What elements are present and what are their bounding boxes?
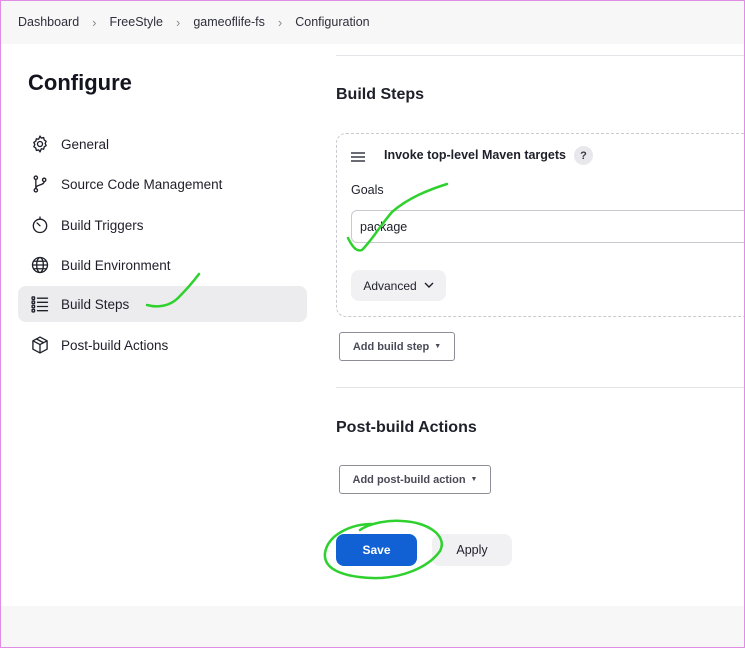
add-build-step-label: Add build step <box>352 340 430 353</box>
breadcrumb-job[interactable]: gameoflife-fs <box>193 15 265 29</box>
sidebar-item-label: Build Triggers <box>61 217 144 233</box>
sidebar-item-general[interactable]: General <box>18 126 307 162</box>
breadcrumb: Dashboard › FreeStyle › gameoflife-fs › … <box>0 0 745 44</box>
advanced-button[interactable]: Advanced <box>351 270 446 301</box>
breadcrumb-dashboard[interactable]: Dashboard <box>18 15 79 29</box>
add-post-build-action-label: Add post-build action <box>352 473 466 486</box>
sidebar-item-label: Build Steps <box>61 296 130 312</box>
sidebar-item-label: General <box>61 136 110 152</box>
build-step-title: Invoke top-level Maven targets <box>384 148 567 162</box>
apply-button[interactable]: Apply <box>432 534 512 566</box>
sidebar-item-label: Build Environment <box>61 257 171 273</box>
caret-down-icon: ▼ <box>434 343 442 350</box>
sidebar-item-build-environment[interactable]: Build Environment <box>18 247 307 283</box>
globe-icon <box>30 255 50 275</box>
build-steps-heading: Build Steps <box>336 86 425 103</box>
gear-icon <box>30 134 50 154</box>
goals-label: Goals <box>351 183 384 197</box>
chevron-right-icon: › <box>176 14 181 30</box>
section-divider <box>336 387 745 388</box>
post-build-actions-heading: Post-build Actions <box>336 419 477 436</box>
caret-down-icon: ▼ <box>470 476 478 483</box>
save-button[interactable]: Save <box>336 534 417 566</box>
sidebar-item-source-code-management[interactable]: Source Code Management <box>18 166 307 202</box>
section-divider <box>336 55 745 56</box>
sidebar-item-label: Post-build Actions <box>61 337 169 353</box>
drag-handle-icon[interactable] <box>351 150 365 162</box>
help-icon[interactable]: ? <box>574 146 593 165</box>
git-branch-icon <box>30 174 50 194</box>
package-icon <box>30 335 50 355</box>
add-post-build-action-button[interactable]: Add post-build action ▼ <box>339 465 491 494</box>
footer <box>0 606 745 648</box>
chevron-down-icon <box>424 280 434 291</box>
sidebar-item-build-triggers[interactable]: Build Triggers <box>18 207 307 243</box>
page-title: Configure <box>28 70 132 95</box>
chevron-right-icon: › <box>277 14 283 30</box>
sidebar-item-build-steps[interactable]: Build Steps <box>18 286 307 322</box>
sidebar-item-label: Source Code Management <box>61 176 223 192</box>
goals-input[interactable] <box>351 210 745 243</box>
sidebar-item-post-build-actions[interactable]: Post-build Actions <box>18 327 307 363</box>
list-icon <box>30 294 50 314</box>
breadcrumb-freestyle[interactable]: FreeStyle <box>110 15 164 29</box>
timer-icon <box>30 215 50 235</box>
chevron-right-icon: › <box>92 14 97 30</box>
breadcrumb-configuration[interactable]: Configuration <box>295 15 369 29</box>
advanced-label: Advanced <box>363 278 417 293</box>
add-build-step-button[interactable]: Add build step ▼ <box>339 332 455 361</box>
